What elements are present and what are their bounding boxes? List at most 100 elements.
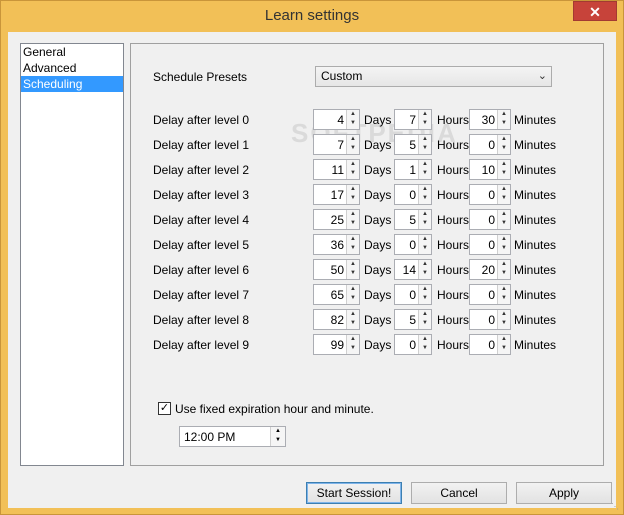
spin-up-icon[interactable]: ▲ <box>347 310 359 319</box>
days-spinner[interactable]: 36 ▲ ▼ <box>313 234 360 255</box>
spin-down-icon[interactable]: ▼ <box>347 269 359 278</box>
spin-up-icon[interactable]: ▲ <box>419 135 431 144</box>
schedule-presets-select[interactable]: Custom ⌄ <box>315 66 552 87</box>
spin-down-icon[interactable]: ▼ <box>347 169 359 178</box>
spin-down-icon[interactable]: ▼ <box>347 144 359 153</box>
spin-down-icon[interactable]: ▼ <box>498 169 510 178</box>
minutes-spinner[interactable]: 0 ▲ ▼ <box>469 334 511 355</box>
spin-up-icon[interactable]: ▲ <box>419 110 431 119</box>
spin-up-icon[interactable]: ▲ <box>498 285 510 294</box>
expiration-time-picker[interactable]: 12:00 PM ▲ ▼ <box>179 426 286 447</box>
spin-down-icon[interactable]: ▼ <box>498 194 510 203</box>
fixed-expiration-checkbox[interactable]: ✓ <box>158 402 171 415</box>
minutes-spinner[interactable]: 20 ▲ ▼ <box>469 259 511 280</box>
hours-spinner[interactable]: 1 ▲ ▼ <box>394 159 432 180</box>
spin-down-icon[interactable]: ▼ <box>498 269 510 278</box>
days-spinner[interactable]: 17 ▲ ▼ <box>313 184 360 205</box>
spin-down-icon[interactable]: ▼ <box>347 194 359 203</box>
spin-up-icon[interactable]: ▲ <box>347 135 359 144</box>
spin-up-icon[interactable]: ▲ <box>347 335 359 344</box>
resize-grip-icon[interactable]: ⋱ <box>611 502 621 512</box>
spin-down-icon[interactable]: ▼ <box>498 344 510 353</box>
spin-up-icon[interactable]: ▲ <box>347 285 359 294</box>
spin-up-icon[interactable]: ▲ <box>419 285 431 294</box>
hours-spinner[interactable]: 0 ▲ ▼ <box>394 284 432 305</box>
days-spinner[interactable]: 99 ▲ ▼ <box>313 334 360 355</box>
nav-item-advanced[interactable]: Advanced <box>21 60 123 76</box>
spin-down-icon[interactable]: ▼ <box>271 436 285 445</box>
days-spinner[interactable]: 11 ▲ ▼ <box>313 159 360 180</box>
spin-up-icon[interactable]: ▲ <box>347 185 359 194</box>
spin-up-icon[interactable]: ▲ <box>419 210 431 219</box>
hours-spinner[interactable]: 5 ▲ ▼ <box>394 134 432 155</box>
spin-down-icon[interactable]: ▼ <box>419 194 431 203</box>
spin-up-icon[interactable]: ▲ <box>498 260 510 269</box>
minutes-spinner[interactable]: 10 ▲ ▼ <box>469 159 511 180</box>
nav-item-general[interactable]: General <box>21 44 123 60</box>
hours-spinner[interactable]: 0 ▲ ▼ <box>394 334 432 355</box>
spin-up-icon[interactable]: ▲ <box>498 335 510 344</box>
spin-up-icon[interactable]: ▲ <box>419 235 431 244</box>
spin-down-icon[interactable]: ▼ <box>498 119 510 128</box>
spin-down-icon[interactable]: ▼ <box>498 144 510 153</box>
hours-spinner[interactable]: 5 ▲ ▼ <box>394 209 432 230</box>
close-button[interactable]: ✕ <box>573 1 617 21</box>
spin-up-icon[interactable]: ▲ <box>347 210 359 219</box>
spin-down-icon[interactable]: ▼ <box>347 119 359 128</box>
days-spinner[interactable]: 65 ▲ ▼ <box>313 284 360 305</box>
minutes-spinner[interactable]: 0 ▲ ▼ <box>469 234 511 255</box>
spin-down-icon[interactable]: ▼ <box>419 219 431 228</box>
spin-up-icon[interactable]: ▲ <box>347 235 359 244</box>
spin-down-icon[interactable]: ▼ <box>419 319 431 328</box>
spin-down-icon[interactable]: ▼ <box>347 219 359 228</box>
minutes-spinner[interactable]: 0 ▲ ▼ <box>469 309 511 330</box>
settings-nav-list[interactable]: General Advanced Scheduling <box>20 43 124 466</box>
days-spinner[interactable]: 4 ▲ ▼ <box>313 109 360 130</box>
spin-up-icon[interactable]: ▲ <box>498 185 510 194</box>
spin-up-icon[interactable]: ▲ <box>498 210 510 219</box>
days-spinner[interactable]: 7 ▲ ▼ <box>313 134 360 155</box>
minutes-spinner[interactable]: 0 ▲ ▼ <box>469 284 511 305</box>
minutes-spinner[interactable]: 30 ▲ ▼ <box>469 109 511 130</box>
spin-up-icon[interactable]: ▲ <box>347 110 359 119</box>
spin-up-icon[interactable]: ▲ <box>347 260 359 269</box>
spin-down-icon[interactable]: ▼ <box>498 219 510 228</box>
spin-up-icon[interactable]: ▲ <box>419 310 431 319</box>
minutes-spinner[interactable]: 0 ▲ ▼ <box>469 209 511 230</box>
spin-down-icon[interactable]: ▼ <box>347 244 359 253</box>
spin-up-icon[interactable]: ▲ <box>498 160 510 169</box>
spin-down-icon[interactable]: ▼ <box>419 169 431 178</box>
start-session-button[interactable]: Start Session! <box>306 482 402 504</box>
spin-up-icon[interactable]: ▲ <box>498 110 510 119</box>
spin-down-icon[interactable]: ▼ <box>419 144 431 153</box>
spin-up-icon[interactable]: ▲ <box>498 135 510 144</box>
spin-up-icon[interactable]: ▲ <box>419 160 431 169</box>
spin-up-icon[interactable]: ▲ <box>347 160 359 169</box>
apply-button[interactable]: Apply <box>516 482 612 504</box>
minutes-spinner[interactable]: 0 ▲ ▼ <box>469 184 511 205</box>
hours-spinner[interactable]: 7 ▲ ▼ <box>394 109 432 130</box>
spin-down-icon[interactable]: ▼ <box>498 294 510 303</box>
days-spinner[interactable]: 25 ▲ ▼ <box>313 209 360 230</box>
spin-up-icon[interactable]: ▲ <box>498 310 510 319</box>
spin-down-icon[interactable]: ▼ <box>347 319 359 328</box>
days-spinner[interactable]: 82 ▲ ▼ <box>313 309 360 330</box>
spin-up-icon[interactable]: ▲ <box>419 185 431 194</box>
spin-down-icon[interactable]: ▼ <box>419 119 431 128</box>
cancel-button[interactable]: Cancel <box>411 482 507 504</box>
spin-down-icon[interactable]: ▼ <box>347 294 359 303</box>
spin-up-icon[interactable]: ▲ <box>271 427 285 436</box>
spin-down-icon[interactable]: ▼ <box>419 269 431 278</box>
spin-down-icon[interactable]: ▼ <box>419 294 431 303</box>
spin-down-icon[interactable]: ▼ <box>498 319 510 328</box>
spin-up-icon[interactable]: ▲ <box>419 260 431 269</box>
spin-up-icon[interactable]: ▲ <box>498 235 510 244</box>
minutes-spinner[interactable]: 0 ▲ ▼ <box>469 134 511 155</box>
hours-spinner[interactable]: 0 ▲ ▼ <box>394 184 432 205</box>
hours-spinner[interactable]: 0 ▲ ▼ <box>394 234 432 255</box>
days-spinner[interactable]: 50 ▲ ▼ <box>313 259 360 280</box>
nav-item-scheduling[interactable]: Scheduling <box>21 76 123 92</box>
hours-spinner[interactable]: 5 ▲ ▼ <box>394 309 432 330</box>
hours-spinner[interactable]: 14 ▲ ▼ <box>394 259 432 280</box>
spin-down-icon[interactable]: ▼ <box>419 344 431 353</box>
